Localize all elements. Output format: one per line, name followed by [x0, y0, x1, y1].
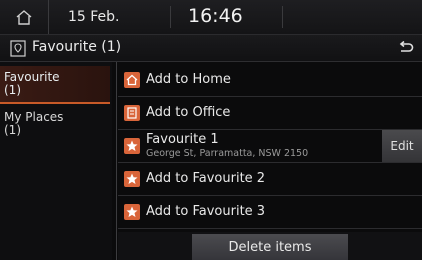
home-button[interactable]: [0, 0, 49, 34]
list-item-label: Add to Favourite 3: [146, 204, 266, 219]
back-button[interactable]: [390, 35, 422, 61]
list-item-add-to-favourite-3[interactable]: Add to Favourite 3: [118, 196, 422, 229]
footer-bar: Delete items: [118, 232, 422, 260]
title-bar: Favourite (1): [0, 35, 422, 62]
back-arrow-icon: [399, 41, 414, 52]
list-item-add-to-home[interactable]: Add to Home: [118, 64, 422, 97]
page-title: Favourite (1): [32, 39, 122, 55]
list-item-label: Add to Office: [146, 105, 231, 120]
home-badge-icon: [124, 72, 140, 88]
status-divider: [170, 6, 171, 28]
list-item-address: George St, Parramatta, NSW 2150: [146, 148, 309, 159]
date-label: 15 Feb.: [68, 9, 120, 25]
list-item-label: Favourite 1: [146, 132, 219, 147]
active-indicator: [0, 102, 110, 104]
star-badge-icon: [124, 204, 140, 220]
sidebar-divider: [116, 62, 117, 260]
delete-items-button[interactable]: Delete items: [192, 234, 348, 260]
office-badge-icon: [124, 105, 140, 121]
clock-time: 16:46: [188, 5, 243, 27]
favourites-list: Add to Home Add to Office Favourite 1 Ge…: [118, 62, 422, 260]
location-pin-icon: [10, 40, 26, 57]
list-item-label: Add to Home: [146, 72, 231, 87]
sidebar-item-count: (1): [4, 83, 21, 97]
sidebar-item-favourite[interactable]: Favourite (1): [0, 66, 110, 104]
list-item-add-to-office[interactable]: Add to Office: [118, 97, 422, 130]
status-bar: 15 Feb. 16:46: [0, 0, 422, 35]
status-divider: [282, 6, 283, 28]
star-badge-icon: [124, 138, 140, 154]
edit-button[interactable]: Edit: [382, 130, 422, 162]
list-item-add-to-favourite-2[interactable]: Add to Favourite 2: [118, 163, 422, 196]
sidebar-item-count: (1): [4, 123, 21, 137]
sidebar: Favourite (1) My Places (1): [0, 62, 112, 260]
sidebar-item-my-places[interactable]: My Places (1): [0, 106, 110, 144]
star-badge-icon: [124, 171, 140, 187]
list-item-label: Add to Favourite 2: [146, 171, 266, 186]
list-item-favourite-1[interactable]: Favourite 1 George St, Parramatta, NSW 2…: [118, 130, 422, 163]
home-icon: [16, 10, 32, 25]
